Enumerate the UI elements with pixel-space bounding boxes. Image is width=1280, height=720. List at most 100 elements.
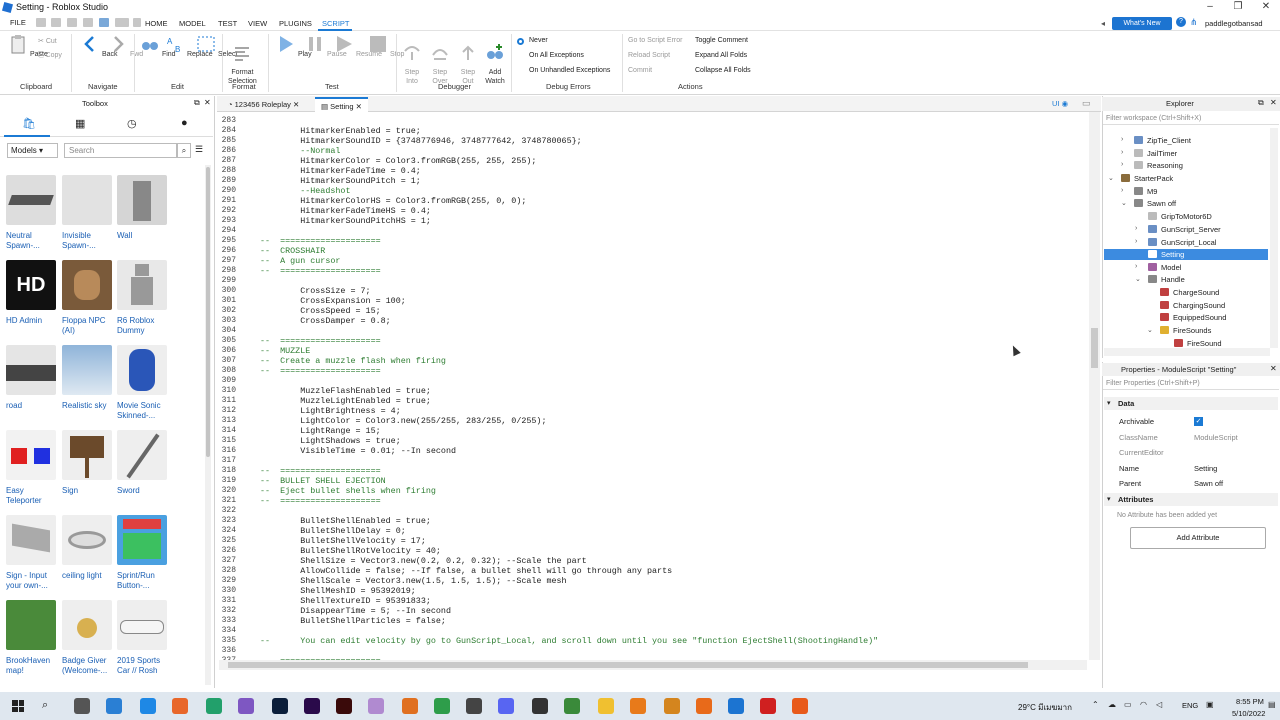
asset-easy-teleporter[interactable]: Easy Teleporter	[6, 430, 58, 506]
camera-app-icon[interactable]	[74, 698, 90, 714]
battery-icon[interactable]: ▭	[1124, 700, 1132, 709]
explorer-item[interactable]: Model	[1148, 262, 1181, 274]
menu-test[interactable]: TEST	[218, 19, 237, 28]
chrome-icon[interactable]	[434, 698, 450, 714]
discord-icon[interactable]	[498, 698, 514, 714]
mail-app-icon[interactable]	[140, 698, 156, 714]
ui-toggle[interactable]: UI ◉	[1052, 99, 1068, 108]
asset-r6-dummy[interactable]: R6 Roblox Dummy	[117, 260, 169, 336]
save-quick-icon[interactable]	[36, 18, 46, 27]
roblox-studio-taskbar-icon[interactable]	[728, 698, 744, 714]
minimize-button[interactable]: –	[1196, 0, 1224, 15]
step-into-button[interactable]: Step Into	[402, 34, 422, 86]
editor-vertical-scrollbar[interactable]	[1089, 112, 1100, 660]
youtube-icon[interactable]	[760, 698, 776, 714]
format-selection-button[interactable]: Format Selection	[228, 34, 257, 86]
edge-icon[interactable]	[206, 698, 222, 714]
whats-new-button[interactable]: What's New	[1112, 17, 1172, 30]
help-icon[interactable]: ?	[1176, 17, 1186, 27]
expand-arrow-icon[interactable]: ⌄	[1121, 199, 1127, 207]
add-attribute-button[interactable]: Add Attribute	[1130, 527, 1266, 549]
photoshop-icon[interactable]	[272, 698, 288, 714]
explorer-item[interactable]: GunScript_Server	[1148, 224, 1221, 236]
close-panel-icon[interactable]: ✕	[204, 98, 211, 107]
asset-wall[interactable]: Wall	[117, 175, 169, 241]
asset-invisible-spawn[interactable]: Invisible Spawn-...	[62, 175, 114, 251]
close-window-button[interactable]: ✕	[1252, 0, 1280, 15]
reload-script-button[interactable]: Reload Script	[628, 52, 670, 59]
category-select[interactable]: Models ▾	[7, 143, 58, 158]
explorer-item[interactable]: ZipTie_Client	[1134, 135, 1191, 147]
add-watch-button[interactable]: Add Watch	[485, 34, 505, 86]
menu-view[interactable]: VIEW	[248, 19, 267, 28]
asset-sign[interactable]: Sign	[62, 430, 114, 496]
close-panel-icon[interactable]: ✕	[1270, 364, 1277, 373]
notification-icon[interactable]: ▤	[1268, 700, 1276, 709]
copy-button[interactable]: ⎘ Copy	[38, 52, 62, 60]
explorer-item[interactable]: GripToMotor6D	[1148, 211, 1212, 223]
expand-arrow-icon[interactable]: ›	[1121, 161, 1123, 168]
cloud-icon[interactable]: ☁	[1108, 700, 1116, 709]
explorer-horizontal-scrollbar[interactable]	[1104, 348, 1270, 356]
toolbox-search-input[interactable]: Search	[64, 143, 177, 158]
username[interactable]: paddlegotbansad	[1205, 19, 1263, 28]
stop-button[interactable]: Stop	[368, 34, 404, 58]
explorer-item[interactable]: Reasoning	[1134, 160, 1183, 172]
collapse-arrow-icon[interactable]: ▾	[1107, 399, 1111, 407]
parent-value[interactable]: Sawn off	[1194, 479, 1223, 488]
menu-script[interactable]: SCRIPT	[322, 19, 350, 28]
asset-hd-admin[interactable]: HD HD Admin	[6, 260, 58, 326]
recorder-icon[interactable]	[792, 698, 808, 714]
on-unhandled-exceptions-option[interactable]: On Unhandled Exceptions	[529, 67, 610, 74]
undo-icon[interactable]	[115, 18, 129, 27]
commit-button[interactable]: Commit	[628, 67, 652, 74]
asset-neutral-spawn[interactable]: Neutral Spawn-...	[6, 175, 58, 251]
tray-app-icon[interactable]: ▣	[1206, 700, 1214, 709]
explorer-item[interactable]: Handle	[1148, 274, 1185, 286]
weather-widget[interactable]: 29°C มีเมฆมาก	[1018, 701, 1072, 714]
asset-ceiling-light[interactable]: ceiling light	[62, 515, 114, 581]
expand-all-folds-button[interactable]: Expand All Folds	[695, 52, 747, 59]
go-to-script-error-button[interactable]: Go to Script Error	[628, 37, 682, 44]
step-over-button[interactable]: Step Over	[430, 34, 450, 86]
expand-arrow-icon[interactable]: ›	[1121, 187, 1123, 194]
explorer-app-icon[interactable]	[106, 698, 122, 714]
expand-arrow-icon[interactable]: ›	[1121, 136, 1123, 143]
expand-arrow-icon[interactable]: ›	[1135, 225, 1137, 232]
firefox-icon[interactable]	[172, 698, 188, 714]
dock-icon[interactable]: ⧉	[1258, 98, 1264, 108]
explorer-scrollbar[interactable]	[1270, 128, 1278, 348]
premiere-icon[interactable]	[304, 698, 320, 714]
forward-button[interactable]: Fwd	[108, 34, 143, 58]
asset-sign-input[interactable]: Sign - Input your own-...	[6, 515, 58, 591]
volume-icon[interactable]: ◁	[1156, 700, 1162, 709]
expand-arrow-icon[interactable]: ⌄	[1147, 326, 1153, 334]
collapse-arrow-icon[interactable]: ▾	[1107, 495, 1111, 503]
explorer-item[interactable]: StarterPack	[1121, 173, 1173, 185]
image-app-icon[interactable]	[368, 698, 384, 714]
asset-sports-car[interactable]: 2019 Sports Car // Rosh	[117, 600, 169, 676]
game-app-icon[interactable]	[630, 698, 646, 714]
save-all-quick-icon[interactable]	[99, 18, 109, 27]
filter-icon[interactable]: ☰	[195, 144, 203, 155]
menu-model[interactable]: MODEL	[179, 19, 206, 28]
pin-icon[interactable]: ●	[181, 117, 188, 129]
grid-icon[interactable]: ▦	[75, 117, 85, 130]
menu-home[interactable]: HOME	[145, 19, 168, 28]
screenshot-quick-icon[interactable]	[83, 18, 93, 27]
name-value[interactable]: Setting	[1194, 464, 1217, 473]
language-indicator[interactable]: ENG	[1182, 701, 1198, 710]
toolbox-scrollbar-thumb[interactable]	[206, 167, 210, 457]
explorer-item[interactable]: Setting	[1148, 249, 1184, 261]
explorer-item[interactable]: EquippedSound	[1160, 312, 1226, 324]
terminal-icon[interactable]	[466, 698, 482, 714]
step-out-button[interactable]: Step Out	[458, 34, 478, 86]
expand-arrow-icon[interactable]: ›	[1135, 263, 1137, 270]
wifi-icon[interactable]: ◠	[1140, 700, 1147, 709]
clock-time[interactable]: 8:55 PM	[1236, 697, 1264, 706]
asset-sword[interactable]: Sword	[117, 430, 169, 496]
editor-horizontal-scrollbar-thumb[interactable]	[228, 662, 1028, 668]
redo-icon[interactable]	[133, 18, 141, 27]
collapse-all-folds-button[interactable]: Collapse All Folds	[695, 67, 751, 74]
close-tab-icon[interactable]: ✕	[293, 100, 299, 109]
